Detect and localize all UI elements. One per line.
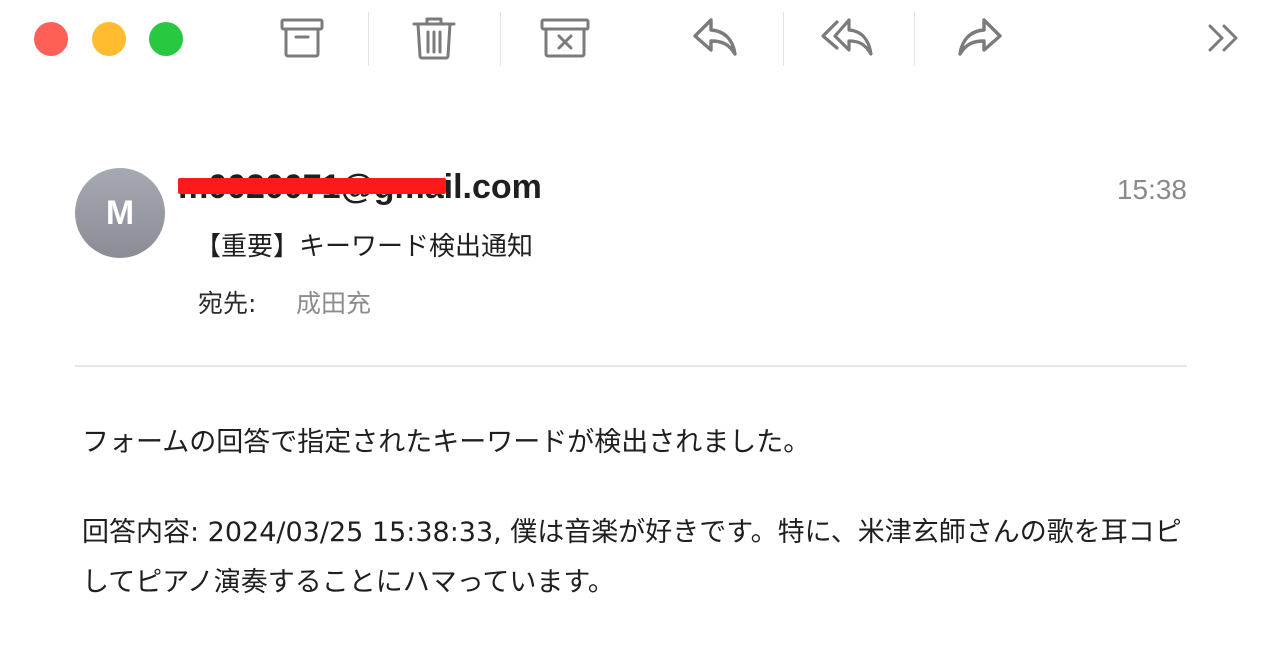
message-header: M m0020071@gmail.com 15:38 【重要】キーワード検出通知… (0, 150, 1280, 320)
reply-button[interactable] (683, 8, 747, 68)
message-body-answer: 回答内容: 2024/03/25 15:38:33, 僕は音楽が好きです。特に、… (82, 517, 1182, 598)
trash-icon (412, 17, 456, 60)
message-body-line: フォームの回答で指定されたキーワードが検出されました。 (82, 427, 811, 458)
toolbar (0, 0, 1280, 80)
toolbar-divider (500, 12, 501, 66)
reply-icon (693, 18, 737, 56)
toolbar-divider (368, 12, 369, 66)
close-window-button[interactable] (34, 22, 68, 56)
trash-button[interactable] (402, 8, 466, 68)
toolbar-divider (783, 12, 784, 66)
message-time: 15:38 (1116, 174, 1187, 205)
zoom-window-button[interactable] (149, 22, 183, 56)
reply-all-button[interactable] (815, 8, 879, 68)
archive-button[interactable] (270, 8, 334, 68)
junk-icon (540, 18, 590, 58)
forward-button[interactable] (948, 8, 1012, 68)
redaction-bar (178, 178, 446, 194)
forward-icon (958, 18, 1002, 56)
recipient-label: 宛先: (198, 289, 257, 318)
header-divider (75, 365, 1187, 367)
junk-button[interactable] (533, 8, 597, 68)
message-subject: 【重要】キーワード検出通知 (195, 232, 534, 262)
recipient-name[interactable]: 成田充 (296, 284, 371, 320)
toolbar-divider (914, 12, 915, 66)
chevron-double-right-icon (1208, 24, 1238, 52)
reply-all-icon (821, 18, 873, 56)
archive-icon (280, 18, 324, 58)
more-toolbar-button[interactable] (1196, 8, 1252, 68)
minimize-window-button[interactable] (92, 22, 126, 56)
avatar[interactable]: M (75, 168, 165, 258)
